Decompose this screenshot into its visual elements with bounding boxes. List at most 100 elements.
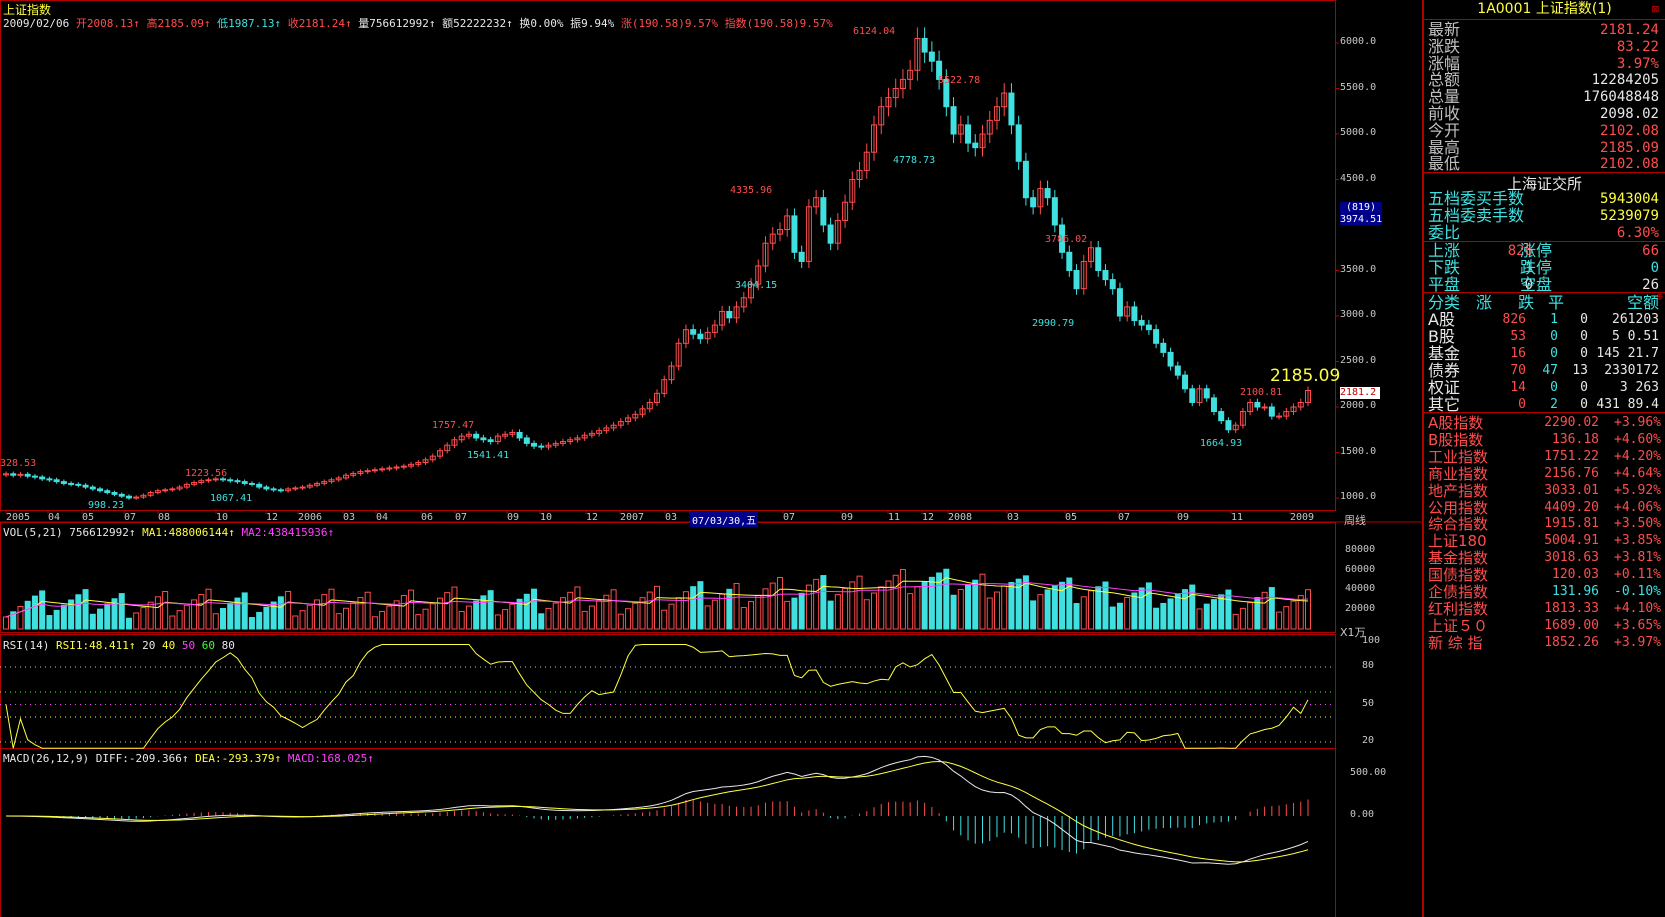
chart-canvas[interactable]: 328.53 998.23 1223.56 1067.41 1757.47 1541.41… [0,0,1422,917]
chart-area[interactable]: 328.53 998.23 1223.56 1067.41 1757.47 1541.41… [0,0,1422,917]
index-row[interactable]: 基金指数 3018.63 +3.81% [1428,549,1661,567]
category-cell: 47 [1542,363,1558,378]
index-row[interactable]: 商业指数 2156.76 +4.64% [1428,465,1661,483]
date-tick: 12 [586,512,599,523]
index-row[interactable]: 工业指数 1751.22 +4.20% [1428,447,1661,466]
volume-bar [965,584,972,630]
index-row[interactable]: 地产指数 3033.01 +5.92% [1428,482,1661,500]
candle-body [256,483,263,488]
candle-body [1044,188,1051,199]
volume-bar [972,579,979,630]
quote-row: 最高 2185.09 [1428,138,1659,156]
idx-label: 指数 [724,17,747,30]
volume-bar [1247,602,1254,630]
volume-bar [292,615,299,630]
volume-bar [827,600,834,630]
quote-row: 总额 12284205 [1428,71,1659,89]
category-cell: 826 [1502,312,1526,327]
index-row[interactable]: 公用指数 4409.20 +4.06% [1428,499,1661,517]
index-row[interactable]: 综合指数 1915.81 +3.50% [1428,515,1661,533]
category-cell: 0 [1580,312,1588,327]
candle-body [1109,279,1116,290]
volume-bar [740,607,747,630]
volume-bar [1290,600,1297,630]
index-pct: -0.10% [1614,584,1661,599]
volume-bar [878,586,885,630]
volume-bar [523,593,530,630]
category-cell: 53 [1510,329,1526,344]
volume-bar [415,614,422,630]
close-icon[interactable]: ⊠ [1652,2,1659,16]
volume-bar [386,605,393,630]
diff-line [5,755,1309,865]
candle-body [400,465,407,468]
volume-bar [350,602,357,630]
last-price-tag: 2181.2 [1340,387,1380,399]
order-row: 委比 6.30% [1428,224,1659,242]
volume-bar [690,586,697,630]
volume-bar [1001,585,1008,630]
low-label: 低 [217,17,229,30]
candle-body [1066,251,1073,272]
date-tick: 06 [421,512,434,523]
macd-bar-label: MACD: [287,752,321,765]
updown-label: 空盘 [1520,274,1553,294]
rsi-level-50: 50 [181,639,196,652]
index-row[interactable]: 上证180 5004.91 +3.85% [1428,532,1661,550]
price-annotation: 5522.78 [938,75,980,86]
index-row[interactable]: 上证５０ 1689.00 +3.65% [1428,617,1661,635]
index-price: 120.03 [1552,567,1599,583]
volume-bar [335,613,342,630]
quote-code: 1A0001 [1477,1,1532,17]
candle-body [1153,329,1160,344]
index-name: 工业指数 [1428,447,1489,466]
candle-body [1167,351,1174,367]
volume-bar [400,595,407,630]
volume-bar [950,594,957,630]
candle-body [82,484,89,488]
date-tick: 03 [1007,512,1020,523]
rsi-level-40: 40 [161,639,176,652]
date-tick: 03 [343,512,356,523]
category-cell: 70 [1510,363,1526,378]
index-price: 1852.26 [1544,634,1599,650]
ma1-value: 488006144↑ [168,526,235,539]
index-row[interactable]: 企债指数 131.96 -0.10% [1428,583,1661,601]
volume-bar [60,604,67,630]
date-tick: 12 [266,512,279,523]
date-tick: 09 [1177,512,1190,523]
index-price: 2156.76 [1544,465,1599,481]
candle-body [1225,420,1232,431]
index-row[interactable]: A股指数 2290.02 +3.96% [1428,414,1661,432]
category-cell: 5 0.51 [1612,329,1659,344]
volume-bar [820,575,827,630]
category-cell: 261203 [1612,312,1659,327]
volume-bar [1051,585,1058,630]
volume-bar [241,592,248,630]
candle-body [234,480,241,483]
candle-body [270,488,277,491]
candle-body [690,329,697,335]
category-header-cell: 空额 [1626,293,1659,312]
index-pct: +4.10% [1614,600,1661,616]
index-row[interactable]: 新 综 指 1852.26 +3.97% [1428,634,1661,652]
amt-value: 52222232↑ [453,17,513,30]
index-row[interactable]: 国债指数 120.03 +0.11% [1428,566,1661,584]
volume-bar [1008,581,1015,630]
candle-body [1182,374,1189,390]
volume-bar [928,576,935,630]
volume-bar [371,616,378,630]
volume-bar [1095,586,1102,630]
date-tick: 07 [1118,512,1131,523]
volume-bar [1116,602,1123,630]
candle-body [1210,397,1217,413]
volume-bar [625,608,632,630]
index-price: 2290.02 [1544,415,1599,430]
volume-bar [444,592,451,630]
index-row[interactable]: B股指数 136.18 +4.60% [1428,431,1661,449]
chg-value: (190.58)9.57% [631,17,718,30]
index-price: 131.96 [1552,584,1599,599]
date-tick: 07 [124,512,137,523]
index-row[interactable]: 红利指数 1813.33 +4.10% [1428,600,1661,618]
period-label[interactable]: 周线 [1344,512,1366,528]
